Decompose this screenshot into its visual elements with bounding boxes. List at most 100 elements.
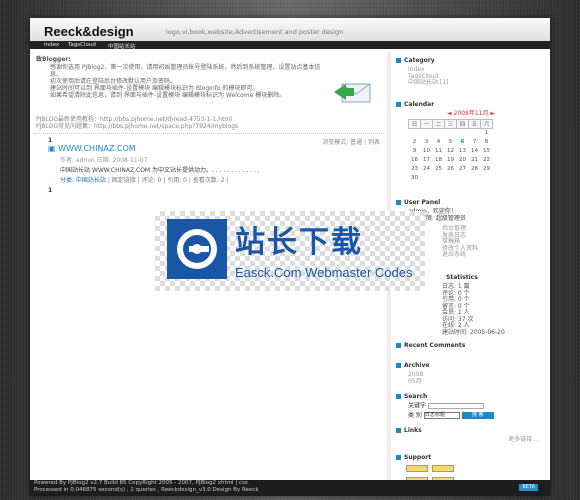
search-type-label: 类 别 (408, 412, 422, 419)
search-input[interactable] (427, 403, 484, 409)
calendar-day[interactable]: 18 (433, 156, 445, 165)
calendar-day[interactable]: 16 (409, 156, 421, 165)
calendar-day[interactable]: 4 (433, 138, 445, 147)
stat-line: 建站时间: 2005-06-20 (442, 328, 505, 336)
calendar-day[interactable]: 11 (433, 147, 445, 156)
welcome-text: 感谢你选用 PJBlog2，第一次使用，请用初始管理员帐号登陆系统，然后到系统管… (50, 64, 330, 99)
calendar-day[interactable]: 12 (445, 147, 457, 156)
calendar-day (457, 129, 469, 138)
footer-line-1: Powered By PJBlog2 v2.7 Build 85 CopyRig… (34, 480, 248, 486)
user-link[interactable]: 退出系统 (442, 251, 546, 259)
calendar-day[interactable]: 25 (433, 165, 445, 174)
calendar-day[interactable]: 24 (421, 165, 433, 174)
support-badge[interactable] (406, 465, 428, 472)
calendar-day[interactable]: 22 (481, 156, 493, 165)
site-logo[interactable]: Reeck&design (44, 24, 134, 39)
more-links[interactable]: 更多链接... (508, 436, 538, 443)
site-tagline: logo,vi,book,website,Advertisement and p… (166, 28, 344, 36)
calendar-day (481, 174, 493, 183)
panel-title: User Panel (404, 199, 441, 206)
calendar-day (469, 129, 481, 138)
calendar-day[interactable]: 17 (421, 156, 433, 165)
calendar-week-row: 2345678 (409, 138, 493, 147)
calendar-day[interactable]: 6 (457, 138, 469, 147)
panel-title: Links (404, 427, 422, 434)
next-month-icon[interactable]: ► (488, 110, 495, 117)
category-item[interactable]: 中国站长站 [1] (408, 79, 546, 87)
panel-bullet-icon (396, 394, 401, 399)
archive-month[interactable]: 05月 (408, 378, 546, 386)
post-title[interactable]: ▣ WWW.CHINAZ.COM (48, 144, 136, 153)
blog-help-links: PJBLOG最新使用教程：http://bbs.pjhome.net/threa… (36, 116, 238, 130)
nav-tagscloud[interactable]: TagsCloud (68, 42, 96, 48)
calendar-day[interactable]: 3 (421, 138, 433, 147)
post-actions[interactable]: | 固定链接 | 评论: 0 | 引用: 0 | 查看次数: 2 | (108, 177, 229, 184)
support-badge[interactable] (432, 465, 454, 472)
user-role: 你的权限: 超级管理员 (408, 214, 466, 222)
calendar-day[interactable]: 13 (457, 147, 469, 156)
separator (34, 133, 384, 134)
calendar-weekday: 一 (420, 119, 433, 129)
faq-link[interactable]: PJBLOG常见问题集：http://bbs.pjhome.net/space.… (36, 123, 238, 130)
calendar-day[interactable]: 21 (469, 156, 481, 165)
beta-badge: BETA (519, 484, 538, 491)
calendar-day[interactable]: 5 (445, 138, 457, 147)
page-number-bottom[interactable]: 1 (48, 187, 52, 194)
panel-bullet-icon (396, 102, 401, 107)
calendar-weekday: 四 (456, 119, 469, 129)
calendar-day[interactable]: 29 (481, 165, 493, 174)
calendar-weekday: 三 (444, 119, 457, 129)
nav-index[interactable]: Index (44, 42, 59, 48)
tutorial-link[interactable]: PJBLOG最新使用教程：http://bbs.pjhome.net/threa… (36, 116, 238, 123)
calendar-day[interactable]: 27 (457, 165, 469, 174)
post-title-text[interactable]: WWW.CHINAZ.COM (58, 144, 136, 153)
calendar-day[interactable]: 8 (481, 138, 493, 147)
welcome-line-2: 初次使用后请在登陆后台修改默认用户及密码。 (50, 78, 177, 85)
watermark-en-text: Easck.Com Webmaster Codes (235, 265, 413, 280)
page-number[interactable]: 1 (48, 137, 52, 144)
panel-bullet-icon (396, 363, 401, 368)
search-type-select[interactable]: 日志标题 (423, 412, 460, 419)
calendar-day[interactable]: 2 (409, 138, 421, 147)
panel-bullet-icon (396, 343, 401, 348)
calendar-week-row: 23 24 25 26 27 28 29 (409, 165, 493, 174)
footer-line-2: Processed in 0.046875 second(s) , 1 quer… (34, 487, 259, 493)
calendar-week-row: 9 10 11 12 13 14 15 (409, 147, 493, 156)
watermark-cn-text: 站长下载 (235, 225, 363, 260)
calendar-day (457, 174, 469, 183)
calendar-day (445, 129, 457, 138)
panel-bullet-icon (396, 58, 401, 63)
footer: Powered By PJBlog2 v2.7 Build 85 CopyRig… (30, 480, 550, 496)
welcome-title: 致Blogger: (36, 56, 71, 63)
calendar-weekday: 日 (408, 119, 421, 129)
calendar-day[interactable]: 30 (409, 174, 421, 183)
calendar-week-row: 30 (409, 174, 493, 183)
calendar-day (433, 174, 445, 183)
panel-title: Calendar (404, 101, 435, 108)
panel-search: Search 关键字 类 别 日志标题 搜 索 (396, 393, 546, 420)
calendar-day[interactable]: 20 (457, 156, 469, 165)
calendar-day[interactable]: 14 (469, 147, 481, 156)
calendar-day[interactable]: 10 (421, 147, 433, 156)
calendar-day[interactable]: 1 (481, 129, 493, 138)
nav-chinaz[interactable]: 中国站长站 (108, 42, 136, 50)
panel-bullet-icon (396, 455, 401, 460)
view-mode-toolbar[interactable]: 浏览模式: 普通 | 列表 (322, 137, 380, 146)
panel-links: Links 更多链接... (396, 427, 546, 444)
panel-title: Search (404, 393, 428, 400)
calendar-day[interactable]: 23 (409, 165, 421, 174)
post-footer: 分类: 中国站长站 | 固定链接 | 评论: 0 | 引用: 0 | 查看次数:… (60, 175, 228, 184)
search-button[interactable]: 搜 索 (461, 412, 494, 419)
calendar-day[interactable]: 28 (469, 165, 481, 174)
calendar-day (469, 174, 481, 183)
calendar-day[interactable]: 9 (409, 147, 421, 156)
calendar-day[interactable]: 15 (481, 147, 493, 156)
calendar-weekday: 二 (432, 119, 445, 129)
post-category-link[interactable]: 分类: 中国站长站 (60, 177, 106, 184)
panel-bullet-icon (396, 200, 401, 205)
post-body: 中国站长站 WWW.CHINAZ.COM 为中文站长提供动力。. . . . .… (60, 167, 260, 174)
calendar-day[interactable]: 19 (445, 156, 457, 165)
calendar-day[interactable]: 7 (469, 138, 481, 147)
calendar-week-row: 16 17 18 19 20 21 22 (409, 156, 493, 165)
calendar-day[interactable]: 26 (445, 165, 457, 174)
